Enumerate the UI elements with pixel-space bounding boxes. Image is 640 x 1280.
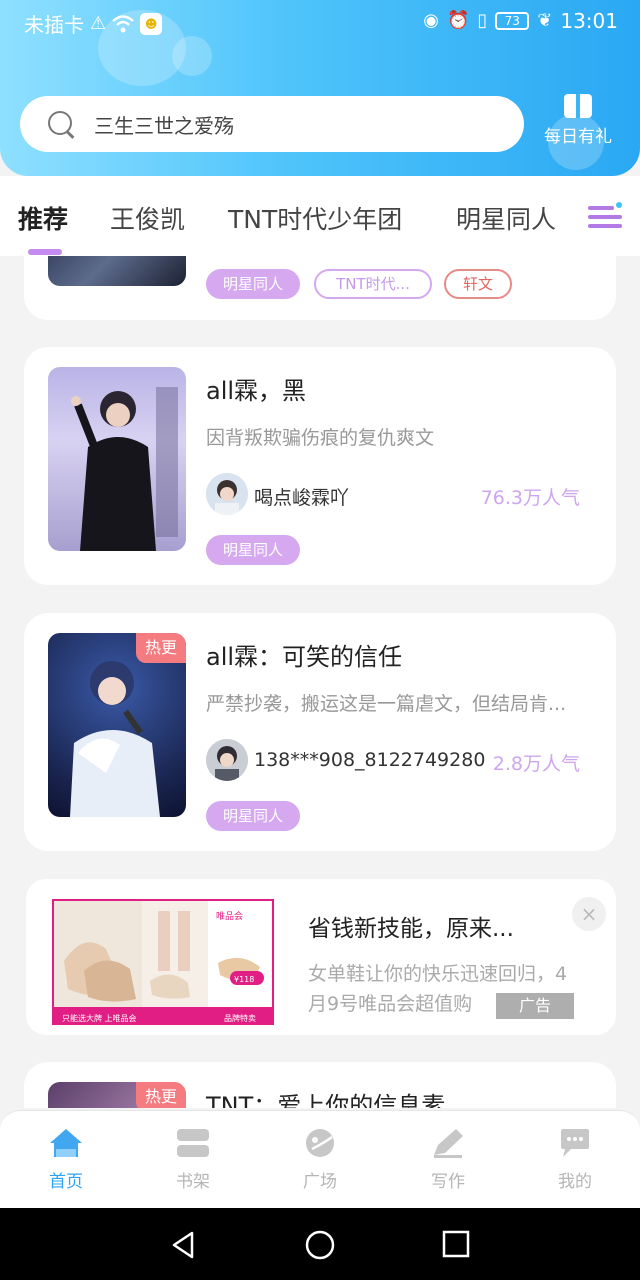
- vibrate-icon: ▯: [477, 10, 488, 31]
- story-title[interactable]: all霖：可笑的信任: [206, 637, 402, 672]
- story-title[interactable]: all霖，黑: [206, 371, 306, 406]
- category-menu-icon[interactable]: [588, 202, 622, 232]
- gift-icon: [564, 94, 592, 118]
- story-cover[interactable]: 热更: [48, 633, 186, 817]
- header: 未插卡 ⚠ ☻ ◉ ⏰ ▯ 73 ❦ 13:01 三生三世之爱殇 每日有礼: [0, 0, 640, 176]
- plaza-icon: [302, 1127, 338, 1159]
- tab-wang-junkai[interactable]: 王俊凯: [110, 200, 185, 236]
- story-cover[interactable]: 热更: [48, 1082, 186, 1108]
- story-title[interactable]: TNT：爱上你的信息素: [206, 1086, 445, 1108]
- story-description: 严禁抄袭，搬运这是一篇虐文，但结局肯...: [206, 693, 567, 715]
- chat-profile-icon: [557, 1127, 593, 1159]
- avatar[interactable]: [206, 473, 248, 515]
- story-description: 因背叛欺骗伤痕的复仇爽文: [206, 427, 435, 449]
- nav-home[interactable]: 首页: [26, 1127, 106, 1192]
- nav-me-label: 我的: [558, 1172, 592, 1192]
- tab-star-fanfic[interactable]: 明星同人: [456, 200, 556, 236]
- tab-recommend[interactable]: 推荐: [18, 200, 68, 236]
- nav-write[interactable]: 写作: [408, 1127, 488, 1192]
- search-icon: [46, 109, 76, 139]
- tag[interactable]: 明星同人: [206, 535, 300, 565]
- search-bar[interactable]: 三生三世之爱殇: [20, 96, 524, 152]
- daily-gift-button[interactable]: 每日有礼: [540, 92, 616, 156]
- clock: 13:01: [560, 9, 618, 33]
- ad-card[interactable]: 唯品会 ¥118 只能选大牌 上唯品会 品牌特卖 省钱新技能，原来... 女单鞋…: [26, 879, 616, 1035]
- app-notification-icon: ☻: [140, 12, 163, 35]
- tag[interactable]: 明星同人: [206, 269, 300, 299]
- eye-icon: ◉: [423, 10, 439, 31]
- hot-update-badge: 热更: [136, 633, 186, 663]
- nav-write-label: 写作: [431, 1172, 465, 1192]
- story-card[interactable]: 热更 all霖：可笑的信任 严禁抄袭，搬运这是一篇虐文，但结局肯... 138*…: [24, 613, 616, 851]
- ad-image[interactable]: 唯品会 ¥118 只能选大牌 上唯品会 品牌特卖: [52, 899, 274, 1025]
- recents-icon[interactable]: [442, 1230, 470, 1258]
- story-card[interactable]: 明星同人 TNT时代... 轩文: [24, 256, 616, 320]
- nav-bookshelf-label: 书架: [176, 1172, 210, 1192]
- nav-bookshelf[interactable]: 书架: [153, 1127, 233, 1192]
- avatar[interactable]: [206, 739, 248, 781]
- nav-home-label: 首页: [49, 1172, 83, 1192]
- sim-alert-icon: ⚠: [90, 12, 107, 34]
- search-input[interactable]: 三生三世之爱殇: [94, 110, 234, 139]
- wifi-icon: [112, 14, 134, 32]
- bookshelf-icon: [175, 1127, 211, 1159]
- system-navigation-bar: [0, 1208, 640, 1280]
- active-tab-indicator: [28, 249, 62, 255]
- status-bar: 未插卡 ⚠ ☻ ◉ ⏰ ▯ 73 ❦ 13:01: [0, 0, 640, 44]
- home-circle-icon[interactable]: [304, 1230, 336, 1262]
- ad-brand-text: 唯品会: [216, 910, 243, 922]
- ad-close-button[interactable]: ×: [572, 897, 606, 931]
- story-feed[interactable]: 明星同人 TNT时代... 轩文 all霖，黑 因背叛欺骗伤痕的复仇爽文 喝点峻…: [0, 256, 640, 1108]
- nav-plaza[interactable]: 广场: [280, 1127, 360, 1192]
- write-icon: [430, 1127, 466, 1159]
- home-icon: [48, 1127, 84, 1159]
- popularity-count: 76.3万人气: [480, 487, 580, 509]
- tag[interactable]: TNT时代...: [314, 269, 432, 299]
- story-card[interactable]: 热更 TNT：爱上你的信息素: [24, 1062, 616, 1108]
- tab-tnt[interactable]: TNT时代少年团: [228, 200, 402, 236]
- carrier-text: 未插卡: [24, 13, 84, 37]
- nav-plaza-label: 广场: [303, 1172, 337, 1192]
- ad-label: 广告: [496, 993, 574, 1019]
- nav-me[interactable]: 我的: [535, 1127, 615, 1192]
- category-tabs: 推荐 王俊凯 TNT时代少年团 明星同人: [0, 176, 640, 256]
- popularity-count: 2.8万人气: [492, 753, 580, 775]
- cover-figure-illustration: [71, 387, 178, 551]
- alarm-icon: ⏰: [446, 10, 470, 31]
- leaf-icon: ❦: [537, 10, 553, 31]
- story-cover[interactable]: [48, 367, 186, 551]
- back-icon[interactable]: [168, 1230, 198, 1260]
- battery-icon: 73: [495, 12, 530, 30]
- tag[interactable]: 轩文: [444, 269, 512, 299]
- daily-gift-label: 每日有礼: [544, 127, 612, 147]
- ad-banner-right-text: 品牌特卖: [224, 1013, 256, 1023]
- tag[interactable]: 明星同人: [206, 801, 300, 831]
- author-name[interactable]: 喝点峻霖吖: [254, 483, 349, 510]
- ad-price-text: ¥118: [234, 975, 254, 984]
- story-card[interactable]: all霖，黑 因背叛欺骗伤痕的复仇爽文 喝点峻霖吖 76.3万人气 明星同人: [24, 347, 616, 585]
- author-name[interactable]: 138***908_8122749280: [254, 749, 485, 771]
- bottom-navigation: 首页 书架 广场 写作 我的: [0, 1110, 640, 1208]
- story-cover: [48, 256, 186, 286]
- ad-banner-left-text: 只能选大牌 上唯品会: [62, 1013, 137, 1023]
- ad-title[interactable]: 省钱新技能，原来...: [308, 909, 514, 943]
- hot-update-badge: 热更: [136, 1082, 186, 1108]
